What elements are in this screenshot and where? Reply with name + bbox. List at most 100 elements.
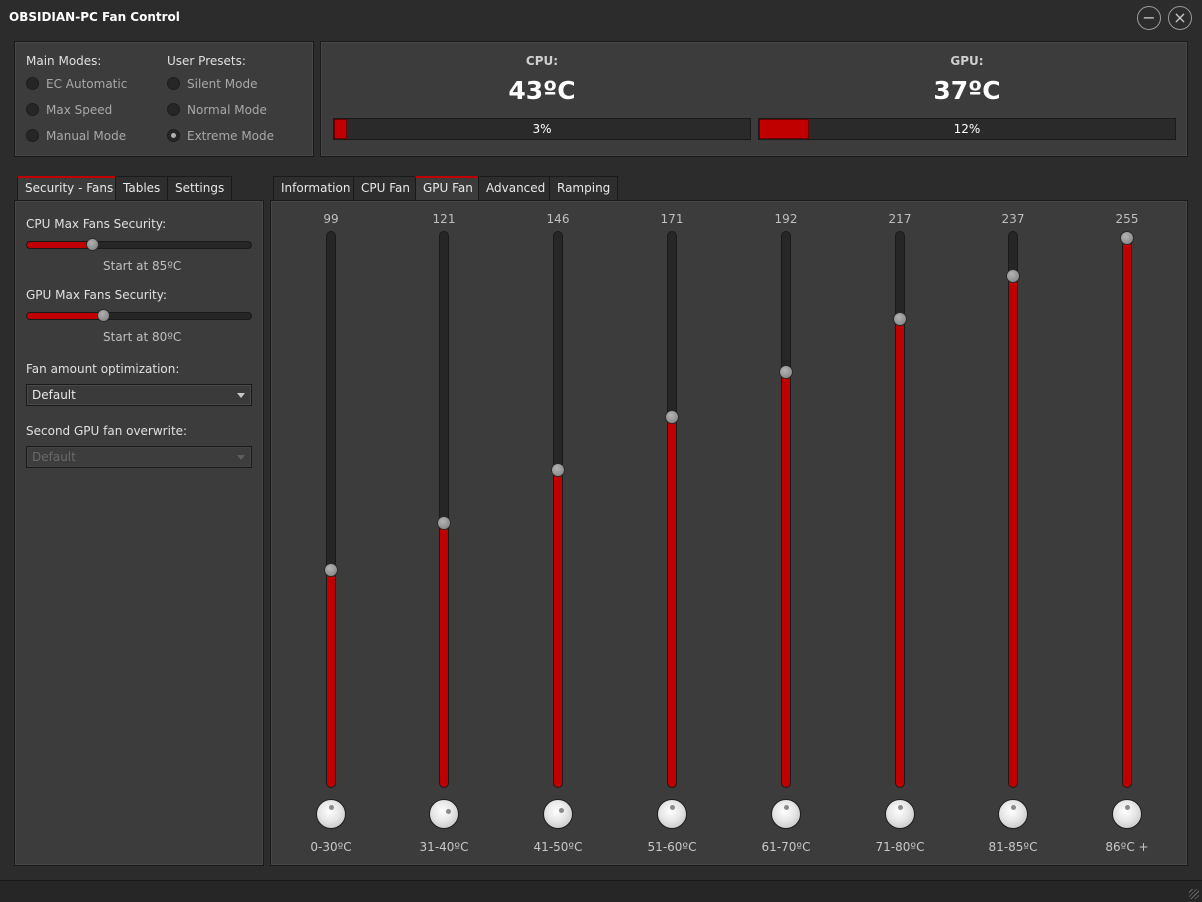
fan-speed-value: 99 [323, 212, 339, 226]
fan-dial-knob[interactable] [998, 799, 1028, 829]
cpu-max-security-caption: Start at 85ºC [103, 259, 182, 273]
minimize-icon: − [1142, 8, 1156, 27]
slider-handle[interactable] [665, 410, 679, 424]
fan-dial-knob[interactable] [543, 799, 573, 829]
tab-tables[interactable]: Tables [115, 176, 169, 200]
radio-extreme-mode[interactable]: Extreme Mode [167, 127, 274, 145]
fan-speed-slider[interactable] [1122, 231, 1132, 788]
slider-fill [440, 522, 448, 787]
slider-handle[interactable] [893, 312, 907, 326]
fan-dial-knob[interactable] [657, 799, 687, 829]
gpu-fan-column: 99 0-30ºC [281, 205, 381, 860]
radio-indicator[interactable] [167, 129, 180, 142]
radio-normal-mode[interactable]: Normal Mode [167, 101, 267, 119]
gpu-fan-column: 255 86ºC + [1077, 205, 1177, 860]
second-gpu-title: Second GPU fan overwrite: [26, 424, 188, 438]
temperature-range-label: 71-80ºC [875, 840, 925, 854]
fan-speed-slider[interactable] [667, 231, 677, 788]
dial-indicator [784, 805, 789, 810]
radio-ec-automatic[interactable]: EC Automatic [26, 75, 127, 93]
dial-indicator [559, 808, 564, 813]
fan-dial-knob[interactable] [429, 799, 459, 829]
resize-grip-icon[interactable] [1189, 889, 1199, 899]
fan-dial-knob[interactable] [885, 799, 915, 829]
slider-fill [327, 569, 335, 787]
radio-label: Extreme Mode [187, 129, 275, 143]
tab-advanced[interactable]: Advanced [478, 176, 554, 200]
tab-gpu-fan[interactable]: GPU Fan [415, 176, 481, 200]
fan-dial-knob[interactable] [771, 799, 801, 829]
radio-indicator[interactable] [26, 129, 39, 142]
fan-speed-value: 255 [1115, 212, 1139, 226]
gpu-fan-column: 192 61-70ºC [736, 205, 836, 860]
fan-speed-slider[interactable] [326, 231, 336, 788]
temperature-range-label: 31-40ºC [419, 840, 469, 854]
user-presets-title: User Presets: [167, 54, 246, 68]
tab-settings[interactable]: Settings [167, 176, 233, 200]
slider-fill [896, 318, 904, 787]
fan-speed-value: 237 [1001, 212, 1025, 226]
tab-security-fans[interactable]: Security - Fans [17, 176, 122, 200]
gpu-fan-percent: 12% [953, 122, 981, 136]
slider-fill [27, 313, 104, 319]
fan-speed-value: 146 [546, 212, 570, 226]
slider-handle[interactable] [1120, 231, 1134, 245]
radio-silent-mode[interactable]: Silent Mode [167, 75, 258, 93]
close-button[interactable]: × [1168, 6, 1192, 30]
gpu-max-security-title: GPU Max Fans Security: [26, 288, 168, 302]
radio-indicator[interactable] [167, 77, 180, 90]
tab-ramping[interactable]: Ramping [549, 176, 619, 200]
radio-max-speed[interactable]: Max Speed [26, 101, 112, 119]
cpu-temp-label: CPU: [525, 54, 559, 68]
dial-indicator [446, 809, 451, 814]
cpu-max-security-slider[interactable] [26, 238, 252, 251]
tab-information[interactable]: Information [273, 176, 359, 200]
gpu-fan-column: 171 51-60ºC [622, 205, 722, 860]
slider-handle[interactable] [86, 238, 99, 251]
gpu-fan-column: 217 71-80ºC [850, 205, 950, 860]
radio-indicator[interactable] [26, 77, 39, 90]
cpu-fan-progress: 3% [333, 118, 751, 140]
slider-handle[interactable] [97, 309, 110, 322]
fan-speed-slider[interactable] [781, 231, 791, 788]
temperature-range-label: 61-70ºC [761, 840, 811, 854]
fan-speed-value: 171 [660, 212, 684, 226]
gpu-max-security-slider[interactable] [26, 309, 252, 322]
fan-optimization-select[interactable]: Default [26, 384, 252, 406]
dial-indicator [1011, 805, 1016, 810]
gpu-fan-progress: 12% [758, 118, 1176, 140]
fan-speed-value: 192 [774, 212, 798, 226]
cpu-temp-value: 43ºC [508, 76, 576, 105]
gpu-temp-label: GPU: [950, 54, 984, 68]
fan-speed-slider[interactable] [439, 231, 449, 788]
radio-label: Silent Mode [187, 77, 258, 91]
slider-handle[interactable] [324, 563, 338, 577]
chevron-down-icon [237, 393, 245, 398]
temperature-range-label: 81-85ºC [988, 840, 1038, 854]
dial-indicator [898, 805, 903, 810]
fan-speed-slider[interactable] [1008, 231, 1018, 788]
slider-handle[interactable] [551, 463, 565, 477]
radio-indicator[interactable] [26, 103, 39, 116]
slider-handle[interactable] [779, 365, 793, 379]
dial-indicator [670, 805, 675, 810]
temperature-range-label: 0-30ºC [310, 840, 352, 854]
radio-manual-mode[interactable]: Manual Mode [26, 127, 126, 145]
radio-indicator[interactable] [167, 103, 180, 116]
security-panel: CPU Max Fans Security: Start at 85ºC GPU… [14, 200, 264, 866]
radio-label: Normal Mode [187, 103, 267, 117]
fan-speed-value: 217 [888, 212, 912, 226]
fan-speed-slider[interactable] [553, 231, 563, 788]
slider-handle[interactable] [1006, 269, 1020, 283]
fan-dial-knob[interactable] [1112, 799, 1142, 829]
slider-handle[interactable] [437, 516, 451, 530]
tab-cpu-fan[interactable]: CPU Fan [353, 176, 418, 200]
fan-dial-knob[interactable] [316, 799, 346, 829]
temperature-range-label: 41-50ºC [533, 840, 583, 854]
fan-speed-value: 121 [432, 212, 456, 226]
temperature-panel: CPU: 43ºC 3% GPU: 37ºC 12% [320, 41, 1188, 157]
minimize-button[interactable]: − [1137, 6, 1161, 30]
fan-optimization-title: Fan amount optimization: [26, 362, 180, 376]
dial-indicator [1125, 805, 1130, 810]
slider-fill [1123, 237, 1131, 787]
